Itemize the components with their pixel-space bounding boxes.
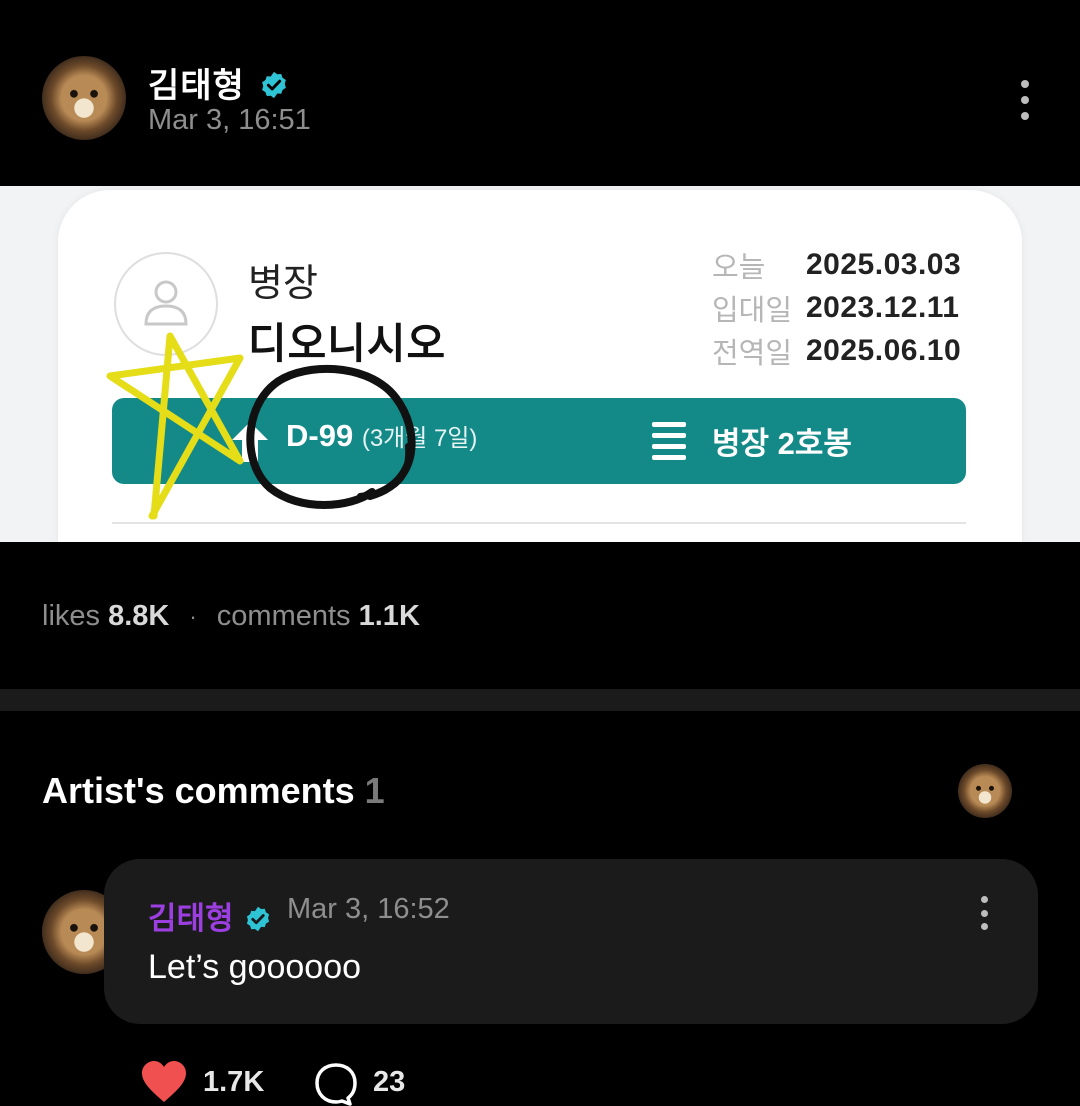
post-author-name-text: 김태형 [148, 67, 245, 105]
likes-value: 8.8K [108, 600, 170, 632]
comment-timestamp: Mar 3, 16:52 [287, 893, 450, 925]
separator-dot: · [189, 604, 197, 630]
post-author-avatar[interactable] [42, 56, 126, 140]
verified-badge-icon [247, 906, 270, 932]
more-vertical-icon[interactable] [1020, 80, 1030, 120]
comment-replies-count: 23 [373, 1066, 406, 1098]
comments-value: 1.1K [358, 600, 420, 632]
artist-comments-label: Artist's comments [42, 770, 355, 811]
comment-author-name[interactable]: 김태형 [148, 893, 272, 938]
comment-text: Let’s goooooo [148, 948, 362, 986]
section-divider [0, 689, 1080, 711]
black-circle-drawing [246, 364, 416, 509]
comment-likes-count: 1.7K [203, 1066, 265, 1098]
post-image[interactable]: 병장 디오니시오 오늘 2025.03.03 입대일 2023.12.11 전역… [0, 186, 1080, 542]
post-stats: likes 8.8K · comments 1.1K [42, 600, 420, 633]
comment-author-text: 김태형 [148, 901, 234, 936]
post-author-name[interactable]: 김태형 [148, 58, 289, 107]
verified-badge-icon [262, 71, 287, 99]
post-timestamp: Mar 3, 16:51 [148, 104, 311, 136]
artist-filter-avatar[interactable] [958, 764, 1012, 818]
heart-icon[interactable] [140, 1060, 188, 1104]
comments-label: comments [216, 600, 351, 632]
reply-bubble-icon[interactable] [314, 1062, 358, 1106]
artist-comments-count: 1 [364, 770, 385, 811]
likes-label: likes [42, 600, 101, 632]
artist-comments-title: Artist's comments 1 [42, 770, 385, 812]
comment-more-icon[interactable] [979, 896, 989, 930]
comment-bubble [104, 859, 1038, 1024]
